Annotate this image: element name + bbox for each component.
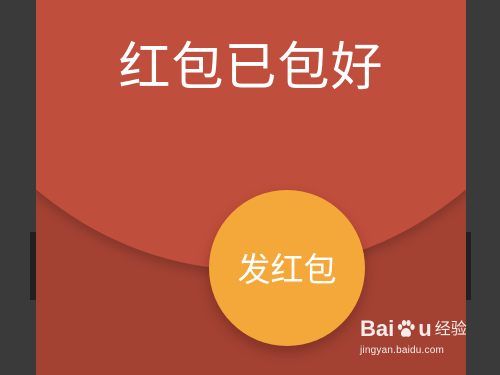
watermark-brand: Bai u 经验	[360, 317, 470, 341]
baidu-jingyan-watermark: Bai u 经验 jingyan.baidu.com	[360, 317, 470, 367]
send-red-envelope-button[interactable]: 发红包	[209, 190, 365, 346]
paw-icon	[396, 319, 416, 339]
watermark-brand-left: Bai	[360, 316, 395, 341]
watermark-brand-right: u	[418, 316, 432, 341]
send-button-label: 发红包	[237, 249, 337, 289]
red-envelope-screen: 红包已包好 发红包 Bai u 经验 jingyan.baidu.com	[0, 0, 500, 375]
envelope-title: 红包已包好	[118, 38, 384, 98]
watermark-url: jingyan.baidu.com	[360, 345, 445, 356]
watermark-brand-suffix: 经验	[434, 319, 467, 338]
